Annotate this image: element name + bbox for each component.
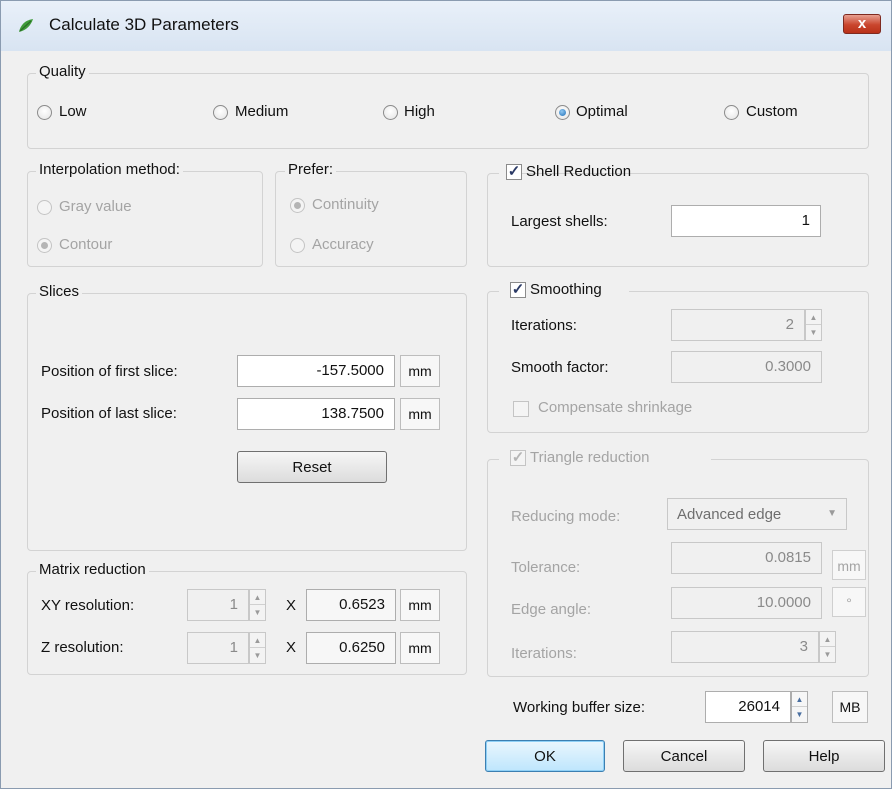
smooth-iterations-input[interactable]: 2: [671, 309, 805, 341]
quality-custom-label[interactable]: Custom: [746, 103, 798, 120]
reducing-mode-select[interactable]: Advanced edge ▼: [667, 498, 847, 530]
xy-factor-input[interactable]: 1: [187, 589, 249, 621]
shell-checkbox[interactable]: ✓: [506, 164, 522, 180]
edge-angle-unit: °: [832, 587, 866, 617]
z-unit: mm: [400, 632, 440, 664]
spin-down-icon[interactable]: ▼: [806, 325, 821, 340]
last-slice-label: Position of last slice:: [41, 405, 177, 422]
slices-legend: Slices: [36, 283, 83, 300]
last-slice-input[interactable]: 138.7500: [237, 398, 395, 430]
ok-button[interactable]: OK: [485, 740, 605, 772]
prefer-legend: Prefer:: [285, 161, 337, 178]
buffer-label: Working buffer size:: [513, 699, 646, 716]
prefer-continuity-radio[interactable]: [290, 198, 305, 213]
quality-medium-label[interactable]: Medium: [235, 103, 288, 120]
spin-up-icon[interactable]: ▲: [820, 632, 835, 647]
first-slice-input[interactable]: -157.5000: [237, 355, 395, 387]
spin-up-icon[interactable]: ▲: [250, 633, 265, 648]
interpolation-legend: Interpolation method:: [36, 161, 183, 178]
last-slice-unit: mm: [400, 398, 440, 430]
z-resolution-label: Z resolution:: [41, 639, 124, 656]
quality-medium-radio[interactable]: [213, 105, 228, 120]
smooth-factor-label: Smooth factor:: [511, 359, 609, 376]
buffer-spinner[interactable]: ▲ ▼: [791, 691, 808, 723]
leaf-icon: [19, 19, 33, 32]
quality-low-radio[interactable]: [37, 105, 52, 120]
interp-contour-radio[interactable]: [37, 238, 52, 253]
reducing-mode-value: Advanced edge: [677, 506, 782, 523]
z-times-label: X: [286, 639, 297, 656]
triangle-label[interactable]: Triangle reduction: [530, 449, 650, 466]
reset-button[interactable]: Reset: [237, 451, 387, 483]
compensate-checkbox[interactable]: [513, 401, 529, 417]
prefer-accuracy-radio[interactable]: [290, 238, 305, 253]
compensate-label[interactable]: Compensate shrinkage: [538, 399, 692, 416]
spin-down-icon[interactable]: ▼: [820, 647, 835, 662]
quality-optimal-label[interactable]: Optimal: [576, 103, 628, 120]
buffer-input[interactable]: 26014: [705, 691, 791, 723]
matrix-legend: Matrix reduction: [36, 561, 149, 578]
xy-resolution-label: XY resolution:: [41, 597, 135, 614]
smooth-factor-input[interactable]: 0.3000: [671, 351, 822, 383]
chevron-down-icon[interactable]: ▼: [827, 508, 837, 519]
xy-factor-spinner[interactable]: ▲ ▼: [249, 589, 266, 621]
xy-times-label: X: [286, 597, 297, 614]
smoothing-label[interactable]: Smoothing: [530, 281, 602, 298]
help-button[interactable]: Help: [763, 740, 885, 772]
spin-down-icon[interactable]: ▼: [792, 707, 807, 722]
z-value-input[interactable]: 0.6250: [306, 632, 396, 664]
shell-legend: ✓ Shell Reduction: [499, 161, 631, 183]
smooth-iterations-label: Iterations:: [511, 317, 577, 334]
quality-custom-radio[interactable]: [724, 105, 739, 120]
reducing-mode-label: Reducing mode:: [511, 508, 621, 525]
prefer-accuracy-label[interactable]: Accuracy: [312, 236, 374, 253]
spin-up-icon[interactable]: ▲: [806, 310, 821, 325]
interp-gray-radio[interactable]: [37, 200, 52, 215]
title-bar: Calculate 3D Parameters x: [1, 1, 891, 51]
cancel-button[interactable]: Cancel: [623, 740, 745, 772]
smoothing-legend: ✓ Smoothing: [499, 279, 629, 301]
spin-up-icon[interactable]: ▲: [250, 590, 265, 605]
prefer-continuity-label[interactable]: Continuity: [312, 196, 379, 213]
quality-high-radio[interactable]: [383, 105, 398, 120]
quality-legend: Quality: [36, 63, 89, 80]
window-title: Calculate 3D Parameters: [49, 15, 239, 34]
spin-down-icon[interactable]: ▼: [250, 648, 265, 663]
edge-angle-label: Edge angle:: [511, 601, 592, 618]
close-button[interactable]: x: [843, 14, 881, 34]
triangle-legend: ✓ Triangle reduction: [499, 447, 711, 469]
shell-label[interactable]: Shell Reduction: [526, 163, 631, 180]
spin-down-icon[interactable]: ▼: [250, 605, 265, 620]
tolerance-unit: mm: [832, 550, 866, 580]
quality-low-label[interactable]: Low: [59, 103, 87, 120]
dialog-window: Calculate 3D Parameters x Quality Low Me…: [0, 0, 892, 789]
interp-gray-label[interactable]: Gray value: [59, 198, 132, 215]
buffer-unit: MB: [832, 691, 868, 723]
first-slice-label: Position of first slice:: [41, 363, 178, 380]
triangle-checkbox[interactable]: ✓: [510, 450, 526, 466]
tri-iterations-label: Iterations:: [511, 645, 577, 662]
quality-optimal-radio[interactable]: [555, 105, 570, 120]
quality-high-label[interactable]: High: [404, 103, 435, 120]
interp-contour-label[interactable]: Contour: [59, 236, 112, 253]
largest-shells-label: Largest shells:: [511, 213, 608, 230]
xy-value-input[interactable]: 0.6523: [306, 589, 396, 621]
quality-group: [27, 73, 869, 149]
z-factor-input[interactable]: 1: [187, 632, 249, 664]
tolerance-label: Tolerance:: [511, 559, 581, 576]
smoothing-checkbox[interactable]: ✓: [510, 282, 526, 298]
tri-iterations-spinner[interactable]: ▲ ▼: [819, 631, 836, 663]
z-factor-spinner[interactable]: ▲ ▼: [249, 632, 266, 664]
largest-shells-input[interactable]: 1: [671, 205, 821, 237]
xy-unit: mm: [400, 589, 440, 621]
edge-angle-input[interactable]: 10.0000: [671, 587, 822, 619]
tri-iterations-input[interactable]: 3: [671, 631, 819, 663]
spin-up-icon[interactable]: ▲: [792, 692, 807, 707]
smooth-iterations-spinner[interactable]: ▲ ▼: [805, 309, 822, 341]
first-slice-unit: mm: [400, 355, 440, 387]
tolerance-input[interactable]: 0.0815: [671, 542, 822, 574]
